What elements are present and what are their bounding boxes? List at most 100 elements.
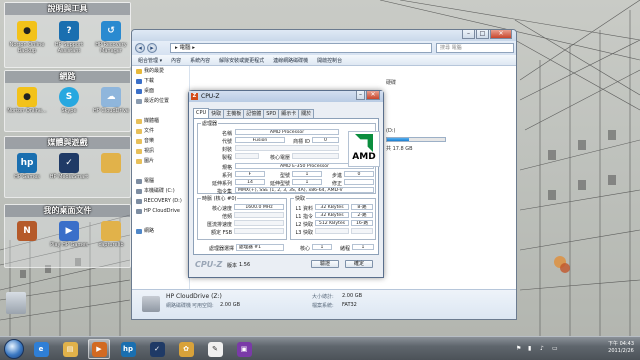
desktop-icon-app[interactable]: N (7, 221, 47, 242)
taskbar-app-mediasmart[interactable]: ✓ (146, 339, 168, 359)
fence-network[interactable]: 網路 ● Norton Online... S Skype ☁ HP Cloud… (4, 70, 131, 132)
norton-icon: ● (17, 21, 37, 41)
tab-mainboard[interactable]: 主機板 (223, 109, 245, 118)
desktop-icon-hp-games[interactable]: hp HP Games (7, 153, 47, 180)
nav-item-icon (136, 139, 142, 144)
l2-label: L2 快取 (295, 222, 313, 228)
desktop-icon-hp-mediasmart[interactable]: ✓ HP MediaSmart (49, 153, 89, 180)
cpuz-window-controls: – ✕ (356, 91, 380, 100)
nav-item[interactable]: 本機磁碟 (C:) (132, 186, 189, 196)
nav-item[interactable]: 桌面 (132, 86, 189, 96)
nav-item[interactable]: RECOVERY (D:) (132, 196, 189, 206)
desktop-icon-play-hp-games[interactable]: ▶ Play HP Games (49, 221, 89, 248)
content-pane: 硬碟 (D:) 共 17.8 GB (384, 66, 516, 289)
desktop-icon-hp-recovery[interactable]: ↺ HP Recovery Manager (91, 21, 131, 54)
bus-speed-value (234, 220, 284, 226)
fence-media-games[interactable]: 媒體與遊戲 hp HP Games ✓ HP MediaSmart (4, 136, 131, 198)
taskbar-app-paint[interactable]: ✎ (204, 339, 226, 359)
core-speed-value: 1600.0 MHz (234, 204, 284, 210)
toolbar-system-properties[interactable]: 系統內容 (190, 57, 210, 64)
clock[interactable]: 下午 04:43 2011/2/26 (608, 341, 634, 355)
nav-item[interactable]: 媒體櫃 (132, 116, 189, 126)
nav-item[interactable]: 電腦 (132, 176, 189, 186)
toolbar-uninstall[interactable]: 解除安裝或變更程式 (219, 57, 264, 64)
validate-button[interactable]: 驗證 (311, 260, 339, 268)
desktop-icon-folder[interactable] (91, 153, 131, 174)
threads-label: 緒程 (339, 246, 350, 252)
stepping-label: 步進 (331, 173, 342, 179)
processor-select[interactable]: 處理器 #1 (236, 244, 284, 251)
nav-item-label: 電腦 (144, 178, 155, 184)
cpuz-title: CPU-Z (201, 93, 220, 100)
taskbar-app-cpuz[interactable]: ▣ (233, 339, 255, 359)
taskbar-app-ie[interactable]: e (30, 339, 52, 359)
taskbar-app-messenger[interactable]: ✿ (175, 339, 197, 359)
tab-graphics[interactable]: 顯示卡 (278, 109, 300, 118)
tray-volume-icon[interactable]: ♪ (540, 345, 544, 352)
tray-flag-icon[interactable]: ⚑ (516, 345, 521, 352)
desktop-icon-hp-clouddrive[interactable]: ☁ HP CloudDrive (91, 87, 131, 114)
toolbar-organize[interactable]: 組合管理 ▾ (138, 57, 162, 64)
nav-item-icon (136, 89, 142, 94)
skype-icon: S (59, 87, 79, 107)
desktop-icon-norton-backup[interactable]: ● Norton Online Backup (7, 21, 47, 54)
toolbar-properties[interactable]: 內容 (171, 57, 181, 64)
fence-my-desktop-files[interactable]: 我的桌面文件 N ▶ Play HP Games capturelib (4, 204, 131, 268)
fence-title: 我的桌面文件 (5, 205, 130, 217)
tab-caches[interactable]: 快取 (208, 109, 225, 118)
tray-battery-icon[interactable]: ▭ (552, 345, 558, 352)
search-input[interactable]: 搜尋 電腦 (436, 43, 514, 53)
nav-item[interactable]: 網路 (132, 226, 189, 236)
drive-label[interactable]: (D:) (386, 128, 395, 134)
system-tray: ⚑ ▮ ♪ ▭ 下午 04:43 2011/2/26 (514, 340, 634, 358)
name-value: AMD Processor (235, 129, 339, 135)
tab-cpu[interactable]: CPU (193, 108, 210, 118)
nav-item-label: HP CloudDrive (144, 208, 180, 214)
tab-spd[interactable]: SPD (263, 109, 280, 118)
cpuz-close-button[interactable]: ✕ (366, 91, 380, 100)
recycle-bin-icon[interactable] (6, 292, 26, 314)
desktop-icon-norton-online[interactable]: ● Norton Online... (7, 87, 47, 114)
codename-value: Fusion (235, 137, 285, 143)
cpuz-titlebar[interactable]: Z CPU-Z – ✕ (189, 91, 383, 102)
toolbar-control-panel[interactable]: 開啟控制台 (317, 57, 342, 64)
nav-item[interactable]: 視訊 (132, 146, 189, 156)
taskbar-app-explorer[interactable]: ▤ (59, 339, 81, 359)
tab-memory[interactable]: 記憶體 (243, 109, 265, 118)
nav-item[interactable]: 圖片 (132, 156, 189, 166)
back-button[interactable]: ◂ (135, 43, 145, 53)
taskbar-app-hp[interactable]: hp (117, 339, 139, 359)
nav-item[interactable]: 音樂 (132, 136, 189, 146)
close-button[interactable]: ✕ (490, 30, 512, 39)
nav-item-label: 本機磁碟 (C:) (144, 188, 175, 194)
fence-help-tools[interactable]: 說明與工具 ● Norton Online Backup ? HP Suppor… (4, 2, 131, 68)
toolbar-map-drive[interactable]: 連線網路磁碟機 (273, 57, 308, 64)
nav-item-label: RECOVERY (D:) (144, 198, 182, 204)
cpuz-window[interactable]: Z CPU-Z – ✕ CPU 快取 主機板 記憶體 SPD 顯示卡 關於 處理… (188, 90, 384, 278)
maximize-button[interactable]: □ (476, 30, 489, 39)
nav-item[interactable]: 最近的位置 (132, 96, 189, 106)
tray-network-icon[interactable]: ▮ (528, 345, 531, 352)
forward-button[interactable]: ▸ (147, 43, 157, 53)
package-value (235, 145, 339, 151)
media-icon: ▶ (91, 341, 107, 357)
nav-item[interactable]: 文件 (132, 126, 189, 136)
tab-about[interactable]: 關於 (298, 109, 315, 118)
rated-fsb-label: 額定 FSB (211, 230, 232, 236)
desktop-icon-hp-support[interactable]: ? HP Support Assistant (49, 21, 89, 54)
nav-item[interactable]: 下載 (132, 76, 189, 86)
section-header: 硬碟 (386, 80, 397, 86)
cpuz-minimize-button[interactable]: – (356, 91, 365, 100)
nav-item[interactable]: HP CloudDrive (132, 206, 189, 216)
address-bar[interactable]: ▸ 電腦 ▸ (170, 43, 432, 53)
ok-button[interactable]: 確定 (345, 260, 373, 268)
start-button[interactable] (4, 339, 24, 359)
desktop-icon-capturelib[interactable]: capturelib (91, 221, 131, 248)
brand-id-value: 0 (312, 137, 339, 143)
minimize-button[interactable]: – (462, 30, 475, 39)
nav-item[interactable]: 我的最愛 (132, 66, 189, 76)
explorer-titlebar[interactable]: – □ ✕ (132, 30, 516, 41)
nav-item-icon (136, 179, 142, 184)
taskbar-app-media[interactable]: ▶ (88, 339, 110, 359)
desktop-icon-skype[interactable]: S Skype (49, 87, 89, 114)
